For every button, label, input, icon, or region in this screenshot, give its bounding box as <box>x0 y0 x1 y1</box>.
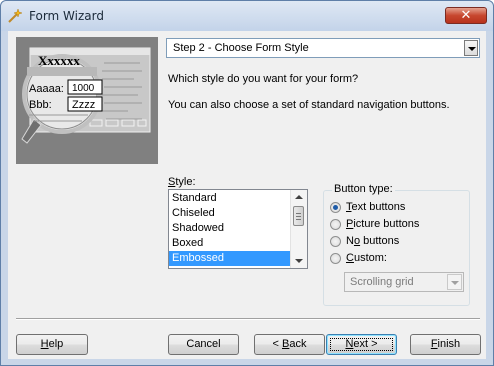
divider <box>16 318 480 320</box>
next-button[interactable]: Next > <box>326 334 397 355</box>
scroll-up-arrow-icon[interactable] <box>295 195 303 199</box>
form-preview-graphic: Xxxxxx Aaaaa: 1000 Bbb: Zzzz <box>16 37 158 164</box>
window-title: Form Wizard <box>29 9 104 23</box>
style-listbox[interactable]: Standard Chiseled Shadowed Boxed Embosse… <box>168 189 308 269</box>
style-question-text: Which style do you want for your form? <box>168 73 359 85</box>
finish-button[interactable]: Finish <box>410 334 481 355</box>
focus-rectangle <box>330 338 393 351</box>
back-button[interactable]: < Back <box>254 334 325 355</box>
preview-field1-label: Aaaaa: <box>29 83 64 95</box>
scroll-down-arrow-icon[interactable] <box>295 259 303 263</box>
radio-no-buttons[interactable]: No buttons <box>330 235 470 251</box>
wizard-body: Xxxxxx Aaaaa: 1000 Bbb: Zzzz Step 2 - Ch… <box>8 31 486 359</box>
list-item[interactable]: Chiseled <box>169 206 291 221</box>
chevron-down-icon <box>447 274 462 290</box>
preview-field2-label: Bbb: <box>29 99 52 111</box>
step-selector-value: Step 2 - Choose Form Style <box>173 42 309 54</box>
custom-buttons-dropdown: Scrolling grid <box>344 272 464 292</box>
radio-text-buttons[interactable]: Text buttons <box>330 201 470 217</box>
radio-unselected-icon[interactable] <box>330 236 341 247</box>
close-icon: ✕ <box>460 8 472 23</box>
radio-selected-icon[interactable] <box>330 202 341 213</box>
radio-unselected-icon[interactable] <box>330 253 341 264</box>
preview-field2-value: Zzzz <box>72 99 96 111</box>
preview-title: Xxxxxx <box>38 53 80 68</box>
radio-unselected-icon[interactable] <box>330 219 341 230</box>
list-item-selected[interactable]: Embossed <box>169 251 291 266</box>
custom-buttons-value: Scrolling grid <box>350 276 414 288</box>
radio-picture-buttons[interactable]: Picture buttons <box>330 218 470 234</box>
list-item[interactable]: Boxed <box>169 236 291 251</box>
list-item[interactable]: Standard <box>169 191 291 206</box>
scrollbar-thumb[interactable] <box>293 206 304 226</box>
style-list-scrollbar[interactable] <box>290 190 307 268</box>
navigation-buttons-hint: You can also choose a set of standard na… <box>168 99 450 111</box>
chevron-down-icon[interactable] <box>464 40 478 56</box>
step-selector-dropdown[interactable]: Step 2 - Choose Form Style <box>166 38 480 58</box>
radio-custom[interactable]: Custom: <box>330 252 470 268</box>
form-wizard-window: Form Wizard ✕ Xxxxxx Aaaaa: 1000 Bbb: Zz… <box>0 0 494 366</box>
help-button[interactable]: Help <box>16 334 88 355</box>
preview-field1-value: 1000 <box>72 83 95 94</box>
list-item[interactable]: Shadowed <box>169 221 291 236</box>
style-label: Style: <box>168 176 196 188</box>
button-type-label: Button type: <box>332 183 395 195</box>
wizard-wand-icon <box>8 8 23 23</box>
cancel-button[interactable]: Cancel <box>168 334 239 355</box>
title-bar[interactable]: Form Wizard ✕ <box>1 1 493 31</box>
close-button[interactable]: ✕ <box>445 7 487 24</box>
